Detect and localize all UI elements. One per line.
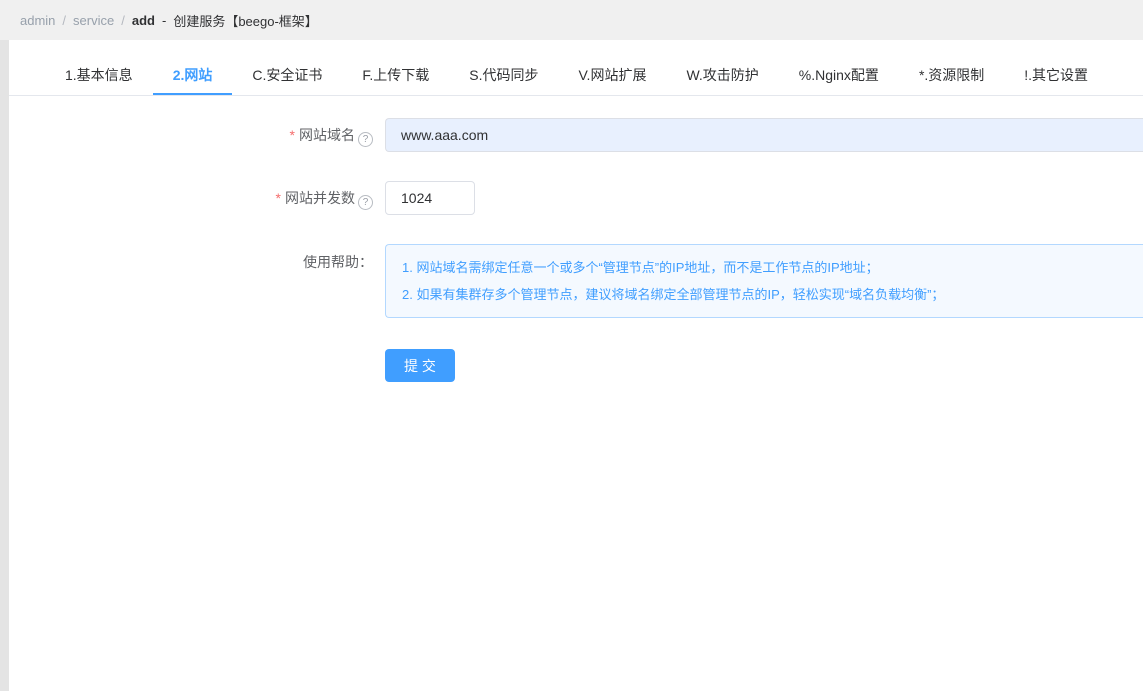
breadcrumb: admin / service / add - 创建服务【beego-框架】	[0, 0, 1143, 40]
concurrency-control	[385, 181, 1143, 215]
tab-bar: 1.基本信息 2.网站 C.安全证书 F.上传下载 S.代码同步 V.网站扩展 …	[9, 56, 1143, 96]
submit-button[interactable]: 提 交	[385, 349, 455, 382]
required-mark: *	[289, 127, 295, 143]
concurrency-label-text: 网站并发数	[285, 190, 355, 206]
required-mark: *	[275, 190, 281, 206]
form-row-usage-help: 使用帮助： 1. 网站域名需绑定任意一个或多个“管理节点”的IP地址，而不是工作…	[9, 244, 1143, 318]
domain-label-text: 网站域名	[299, 127, 355, 143]
concurrency-input[interactable]	[385, 181, 475, 215]
tab-upload-download[interactable]: F.上传下载	[342, 56, 449, 95]
page-title: 创建服务【beego-框架】	[173, 13, 318, 29]
tab-website[interactable]: 2.网站	[152, 56, 233, 95]
breadcrumb-item-service[interactable]: service	[73, 13, 114, 28]
breadcrumb-separator: /	[62, 12, 67, 28]
breadcrumb-item-add: add	[131, 12, 155, 28]
domain-control	[385, 118, 1143, 152]
usage-help-label: 使用帮助：	[303, 254, 373, 270]
submit-row: 提 交	[9, 349, 1143, 382]
usage-help-line: 2. 如果有集群存多个管理节点，建议将域名绑定全部管理节点的IP，轻松实现“域名…	[402, 287, 945, 302]
form-row-domain: * 网站域名?	[9, 118, 1143, 152]
breadcrumb-dash: -	[161, 12, 167, 28]
domain-label: * 网站域名?	[9, 118, 385, 152]
form-row-concurrency: * 网站并发数?	[9, 181, 1143, 215]
breadcrumb-separator: /	[121, 12, 125, 28]
tab-basic-info[interactable]: 1.基本信息	[45, 56, 153, 95]
usage-help-box: 1. 网站域名需绑定任意一个或多个“管理节点”的IP地址，而不是工作节点的IP地…	[385, 244, 1143, 318]
domain-input[interactable]	[385, 118, 1143, 152]
concurrency-help-icon[interactable]: ?	[358, 195, 373, 210]
usage-help-line: 1. 网站域名需绑定任意一个或多个“管理节点”的IP地址，而不是工作节点的IP地…	[402, 260, 879, 275]
tab-code-sync[interactable]: S.代码同步	[449, 56, 558, 95]
usage-help-control: 1. 网站域名需绑定任意一个或多个“管理节点”的IP地址，而不是工作节点的IP地…	[385, 244, 1143, 318]
tab-resource-limit[interactable]: *.资源限制	[899, 56, 1004, 95]
domain-help-icon[interactable]: ?	[358, 132, 373, 147]
content-panel: 1.基本信息 2.网站 C.安全证书 F.上传下载 S.代码同步 V.网站扩展 …	[9, 40, 1143, 691]
tab-ssl-cert[interactable]: C.安全证书	[232, 56, 342, 95]
tab-other-settings[interactable]: !.其它设置	[1004, 56, 1108, 95]
breadcrumb-item-admin[interactable]: admin	[20, 13, 55, 28]
tab-attack-protect[interactable]: W.攻击防护	[666, 56, 778, 95]
service-form: *网站域名? *网站并发数? 使用帮助： 1. 网站域名需绑定任意一个或多个“管…	[9, 96, 1143, 382]
tab-nginx-config[interactable]: %.Nginx配置	[779, 56, 899, 95]
concurrency-label: * 网站并发数?	[9, 181, 385, 215]
tab-website-extend[interactable]: V.网站扩展	[559, 56, 667, 95]
